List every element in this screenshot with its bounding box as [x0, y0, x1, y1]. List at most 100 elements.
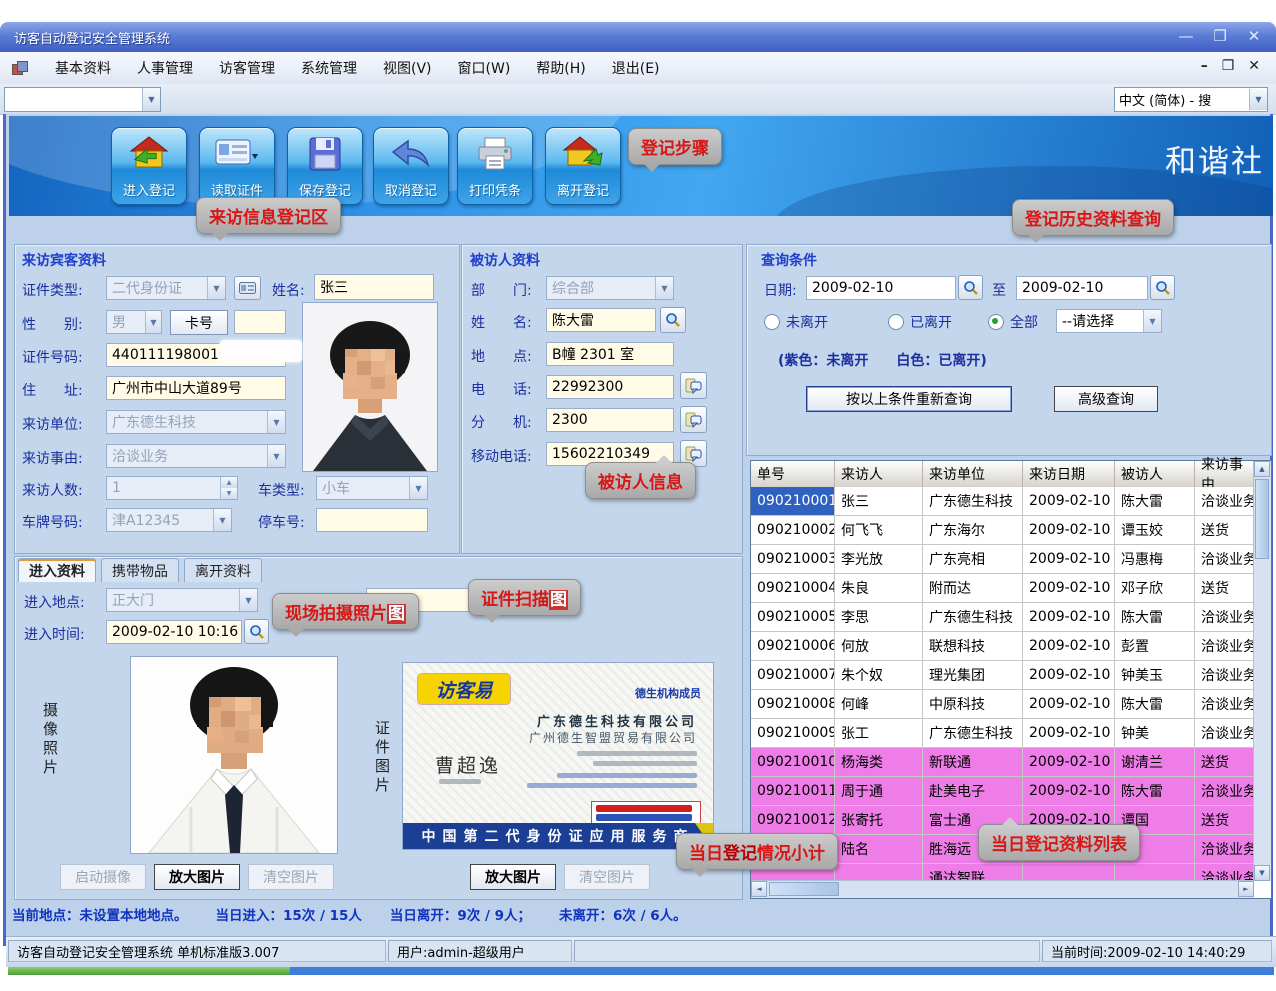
enlarge-card-button[interactable]: 放大图片 — [470, 864, 556, 890]
table-cell[interactable]: 陈大雷 — [1115, 777, 1195, 805]
table-cell[interactable]: 洽谈业务 — [1195, 487, 1254, 515]
visitor-name-field[interactable]: 张三 — [314, 274, 434, 300]
table-cell[interactable]: 090210006 — [751, 632, 835, 660]
tab-carried-items[interactable]: 携带物品 — [101, 558, 179, 582]
table-cell[interactable]: 洽谈业务 — [1195, 632, 1254, 660]
table-cell[interactable]: 2009-02-10 — [1023, 574, 1115, 602]
table-cell[interactable]: 090210001 — [751, 487, 835, 515]
spinner-arrows-icon[interactable]: ▲▼ — [220, 477, 237, 499]
table-row[interactable]: 090210006何放联想科技2009-02-10彭置洽谈业务 — [751, 632, 1254, 661]
table-cell[interactable]: 090210008 — [751, 690, 835, 718]
vehicle-type-select[interactable]: 小车 ▼ — [316, 476, 428, 500]
table-cell[interactable]: 洽谈业务 — [1195, 545, 1254, 573]
table-row[interactable]: 090210008何峰中原科技2009-02-10陈大雷洽谈业务 — [751, 690, 1254, 719]
requery-button[interactable]: 按以上条件重新查询 — [806, 386, 1012, 412]
table-row[interactable]: 090210005李思广东德生科技2009-02-10陈大雷洽谈业务 — [751, 603, 1254, 632]
clear-photo-button[interactable]: 清空图片 — [248, 864, 334, 890]
table-cell[interactable]: 陆名 — [835, 835, 923, 863]
table-row[interactable]: 090210003李光放广东亮相2009-02-10冯惠梅洽谈业务 — [751, 545, 1254, 574]
dept-select[interactable]: 综合部 ▼ — [546, 276, 674, 300]
chevron-down-icon[interactable]: ▼ — [239, 589, 257, 611]
radio-left[interactable]: 已离开 — [888, 312, 952, 332]
table-cell[interactable]: 广东德生科技 — [923, 719, 1023, 747]
table-cell[interactable]: 谢清兰 — [1115, 748, 1195, 776]
table-cell[interactable]: 送货 — [1195, 574, 1254, 602]
chevron-down-icon[interactable]: ▼ — [409, 477, 427, 499]
id-type-select[interactable]: 二代身份证 ▼ — [106, 276, 226, 300]
save-register-button[interactable]: 保存登记 — [287, 127, 363, 205]
table-cell[interactable]: 洽谈业务 — [1195, 690, 1254, 718]
table-cell[interactable]: 李光放 — [835, 545, 923, 573]
menu-system[interactable]: 系统管理 — [288, 54, 370, 82]
table-cell[interactable]: 2009-02-10 — [1023, 632, 1115, 660]
column-header[interactable]: 来访日期 — [1023, 461, 1115, 487]
table-cell[interactable]: 2009-02-10 — [1023, 545, 1115, 573]
advanced-query-button[interactable]: 高级查询 — [1054, 386, 1158, 412]
date-to-picker-button[interactable] — [1150, 275, 1175, 300]
table-cell[interactable]: 送货 — [1195, 806, 1254, 834]
table-cell[interactable]: 何飞飞 — [835, 516, 923, 544]
table-cell[interactable]: 广东亮相 — [923, 545, 1023, 573]
table-row[interactable]: 090210007朱个奴理光集团2009-02-10钟美玉洽谈业务 — [751, 661, 1254, 690]
tab-entry-info[interactable]: 进入资料 — [18, 558, 96, 582]
table-cell[interactable]: 090210011 — [751, 777, 835, 805]
table-cell[interactable]: 广东德生科技 — [923, 603, 1023, 631]
table-cell[interactable]: 杨海类 — [835, 748, 923, 776]
scroll-down-icon[interactable]: ▼ — [1254, 865, 1270, 881]
date-from-picker-button[interactable] — [958, 275, 983, 300]
chevron-down-icon[interactable]: ▼ — [142, 88, 160, 111]
quick-combobox[interactable]: ▼ — [4, 87, 161, 112]
table-cell[interactable]: 090210004 — [751, 574, 835, 602]
plate-select[interactable]: 津A12345 ▼ — [106, 508, 232, 532]
visit-reason-select[interactable]: 洽谈业务 ▼ — [106, 444, 286, 468]
chevron-down-icon[interactable]: ▼ — [267, 445, 285, 467]
table-cell[interactable]: 陈大雷 — [1115, 690, 1195, 718]
chevron-down-icon[interactable]: ▼ — [207, 277, 225, 299]
table-row[interactable]: 090210009张工广东德生科技2009-02-10钟美洽谈业务 — [751, 719, 1254, 748]
table-cell[interactable]: 2009-02-10 — [1023, 661, 1115, 689]
table-cell[interactable]: 钟美 — [1115, 719, 1195, 747]
table-cell[interactable]: 洽谈业务 — [1195, 835, 1254, 863]
scroll-right-icon[interactable]: ► — [1238, 881, 1254, 897]
query-select[interactable]: --请选择 ▼ — [1056, 309, 1162, 333]
card-reader-button[interactable] — [234, 276, 261, 300]
card-number-field[interactable] — [234, 310, 286, 334]
table-cell[interactable]: 何峰 — [835, 690, 923, 718]
ext-sms-button[interactable] — [680, 406, 707, 433]
table-cell[interactable] — [1115, 864, 1195, 881]
table-cell[interactable]: 通达智联 — [923, 864, 1023, 881]
table-cell[interactable]: 2009-02-10 — [1023, 603, 1115, 631]
mdi-minimize-button[interactable]: – — [1201, 58, 1208, 74]
chevron-down-icon[interactable]: ▼ — [1249, 89, 1267, 110]
date-to-field[interactable]: 2009-02-10 — [1016, 276, 1148, 300]
phone-sms-button[interactable] — [680, 372, 707, 399]
table-cell[interactable]: 090210003 — [751, 545, 835, 573]
table-cell[interactable]: 张三 — [835, 487, 923, 515]
chevron-down-icon[interactable]: ▼ — [267, 411, 285, 433]
restore-button[interactable]: ❐ — [1208, 26, 1232, 46]
table-row[interactable]: 090210010杨海类新联通2009-02-10谢清兰送货 — [751, 748, 1254, 777]
table-cell[interactable]: 广东海尔 — [923, 516, 1023, 544]
location-field[interactable]: B幢 2301 室 — [546, 342, 674, 366]
table-cell[interactable] — [835, 864, 923, 881]
column-header[interactable]: 来访事由 — [1195, 461, 1254, 487]
clear-card-button[interactable]: 清空图片 — [564, 864, 650, 890]
column-header[interactable]: 单号 — [751, 461, 835, 487]
mdi-close-button[interactable]: ✕ — [1248, 58, 1260, 74]
table-row[interactable]: 090210002何飞飞广东海尔2009-02-10谭玉姣送货 — [751, 516, 1254, 545]
menu-help[interactable]: 帮助(H) — [523, 54, 598, 82]
table-cell[interactable]: 广东德生科技 — [923, 487, 1023, 515]
table-cell[interactable]: 李思 — [835, 603, 923, 631]
start-camera-button[interactable]: 启动摄像 — [60, 864, 146, 890]
table-cell[interactable]: 邓子欣 — [1115, 574, 1195, 602]
table-cell[interactable]: 2009-02-10 — [1023, 748, 1115, 776]
menu-hr[interactable]: 人事管理 — [124, 54, 206, 82]
phone-field[interactable]: 22992300 — [546, 375, 674, 399]
minimize-button[interactable]: — — [1174, 26, 1198, 46]
table-cell[interactable]: 陈大雷 — [1115, 487, 1195, 515]
vertical-scrollbar[interactable]: ▲ ▼ — [1253, 461, 1271, 881]
table-row[interactable]: 090210001张三广东德生科技2009-02-10陈大雷洽谈业务 — [751, 487, 1254, 516]
mdi-restore-button[interactable]: ❐ — [1222, 58, 1235, 74]
menu-basic-data[interactable]: 基本资料 — [42, 54, 124, 82]
table-cell[interactable]: 朱个奴 — [835, 661, 923, 689]
